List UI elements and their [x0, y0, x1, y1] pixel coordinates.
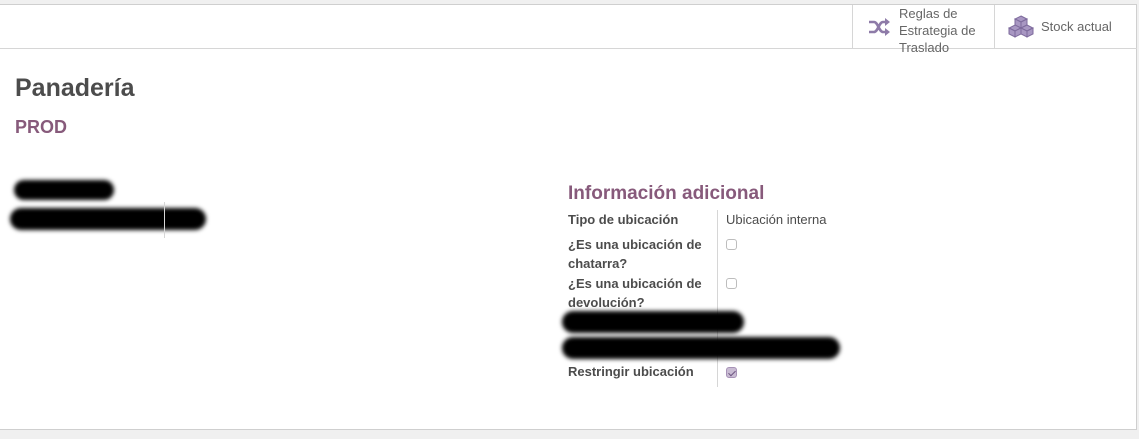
- routes-smart-button[interactable]: Reglas de Estrategia de Traslado: [852, 5, 994, 55]
- redacted-field-label: [14, 180, 114, 200]
- return-location-label: ¿Es una ubicación de devolución?: [568, 276, 702, 310]
- location-type-value[interactable]: Ubicación interna: [726, 212, 826, 227]
- record-title: Panadería: [15, 74, 135, 102]
- restrict-location-label: Restringir ubicación: [568, 364, 694, 379]
- stock-button-label: Stock actual: [1041, 19, 1112, 34]
- stock-smart-button[interactable]: Stock actual: [994, 5, 1137, 48]
- section-divider: [717, 210, 718, 387]
- field-separator: [164, 202, 165, 238]
- routes-button-label: Reglas de Estrategia de Traslado: [899, 5, 976, 55]
- redacted-field-label-2: [562, 311, 744, 333]
- return-location-checkbox[interactable]: [726, 278, 737, 289]
- location-type-label: Tipo de ubicación: [568, 212, 679, 227]
- record-code: PROD: [15, 117, 68, 137]
- redacted-field-value-2: [562, 337, 840, 359]
- redacted-field-value: [10, 208, 206, 230]
- form-sheet: Reglas de Estrategia de Traslado Stock a…: [0, 4, 1137, 430]
- scrap-location-checkbox[interactable]: [726, 239, 737, 250]
- section-title: Información adicional: [568, 183, 765, 204]
- cubes-icon: [1008, 14, 1034, 40]
- shuffle-icon: [866, 14, 892, 40]
- smart-button-box: Reglas de Estrategia de Traslado Stock a…: [0, 5, 1137, 55]
- restrict-location-checkbox[interactable]: [726, 367, 737, 378]
- scrap-location-label: ¿Es una ubicación de chatarra?: [568, 237, 702, 271]
